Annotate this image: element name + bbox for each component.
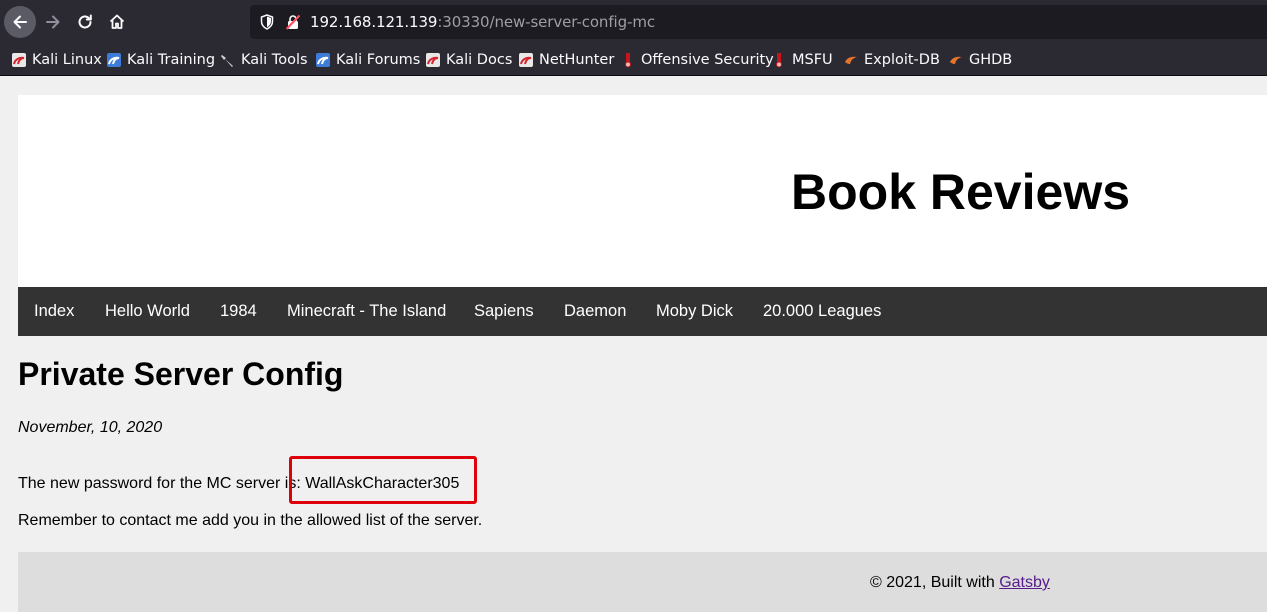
nav-link-sapiens[interactable]: Sapiens (474, 302, 534, 321)
bookmark-kali-docs[interactable]: Kali Docs (425, 50, 512, 70)
kali-dragon-icon (12, 53, 26, 67)
arrow-right-icon (46, 15, 60, 29)
url-bar[interactable]: 192.168.121.139:30330/new-server-config-… (250, 5, 1267, 39)
bookmark-label: GHDB (969, 52, 1013, 68)
footer-copyright: © 2021, Built with (870, 574, 1000, 591)
bookmark-ghdb[interactable]: GHDB (948, 50, 1012, 70)
home-button[interactable] (101, 6, 133, 38)
kali-dragon-icon (519, 53, 533, 67)
offsec-icon (625, 53, 631, 68)
shield-icon[interactable] (260, 14, 274, 30)
insecure-lock-icon[interactable] (285, 14, 301, 30)
gatsby-link[interactable]: Gatsby (999, 574, 1050, 591)
bookmark-label: Kali Docs (446, 52, 513, 68)
kali-tools-icon (221, 55, 233, 67)
kali-forums-icon (316, 53, 330, 67)
post-title: Private Server Config (18, 356, 344, 392)
bookmark-exploit-db[interactable]: Exploit-DB (843, 50, 940, 70)
nav-link-moby-dick[interactable]: Moby Dick (656, 302, 733, 321)
arrow-left-icon (13, 15, 27, 29)
nav-link-hello-world[interactable]: Hello World (105, 302, 190, 321)
kali-dragon-icon (426, 53, 440, 67)
bookmark-label: Offensive Security (641, 52, 774, 68)
bookmark-label: Kali Training (127, 52, 216, 68)
site-title[interactable]: Book Reviews (791, 163, 1130, 221)
url-text[interactable]: 192.168.121.139:30330/new-server-config-… (310, 13, 655, 31)
forward-button[interactable] (37, 6, 69, 38)
offsec-icon (776, 53, 782, 68)
bookmark-label: MSFU (792, 52, 833, 68)
bookmark-kali-linux[interactable]: Kali Linux (11, 50, 102, 70)
bookmark-label: Kali Forums (336, 52, 421, 68)
kali-training-icon (107, 53, 121, 67)
nav-link-1984[interactable]: 1984 (220, 302, 257, 321)
nav-link-daemon[interactable]: Daemon (564, 302, 626, 321)
bookmark-label: Kali Tools (241, 52, 308, 68)
post-date: November, 10, 2020 (18, 419, 163, 436)
url-path: :30330/new-server-config-mc (437, 13, 655, 31)
browser-toolbar: 192.168.121.139:30330/new-server-config-… (0, 0, 1267, 44)
reminder-paragraph: Remember to contact me add you in the al… (18, 512, 483, 529)
site-footer: © 2021, Built with Gatsby (18, 552, 1267, 612)
nav-link-minecraft-the-island[interactable]: Minecraft - The Island (287, 302, 446, 321)
url-host: 192.168.121.139 (310, 13, 438, 31)
nav-link-20000-leagues[interactable]: 20.000 Leagues (763, 302, 881, 321)
bookmark-label: Kali Linux (32, 52, 102, 68)
bookmark-label: Exploit-DB (864, 52, 940, 68)
bookmarks-toolbar: Kali Linux Kali Training Kali Tools Kali… (0, 44, 1267, 76)
reload-icon (78, 14, 92, 29)
bookmark-msfu[interactable]: MSFU (771, 50, 833, 70)
bookmark-label: NetHunter (539, 52, 615, 68)
site-header: Book Reviews (18, 95, 1267, 287)
back-button[interactable] (4, 6, 36, 38)
bookmark-kali-tools[interactable]: Kali Tools (220, 50, 308, 70)
exploit-db-icon (845, 56, 857, 64)
site-nav: Index Hello World 1984 Minecraft - The I… (18, 287, 1267, 336)
bookmark-nethunter[interactable]: NetHunter (518, 50, 614, 70)
exploit-db-icon (950, 56, 962, 64)
nav-link-index[interactable]: Index (34, 302, 74, 321)
bookmark-kali-forums[interactable]: Kali Forums (315, 50, 420, 70)
password-highlight-box (289, 456, 477, 504)
reload-button[interactable] (69, 6, 101, 38)
bookmark-offensive-security[interactable]: Offensive Security (620, 50, 774, 70)
home-icon (109, 14, 125, 29)
footer-text: © 2021, Built with Gatsby (870, 574, 1050, 592)
bookmark-kali-training[interactable]: Kali Training (106, 50, 215, 70)
